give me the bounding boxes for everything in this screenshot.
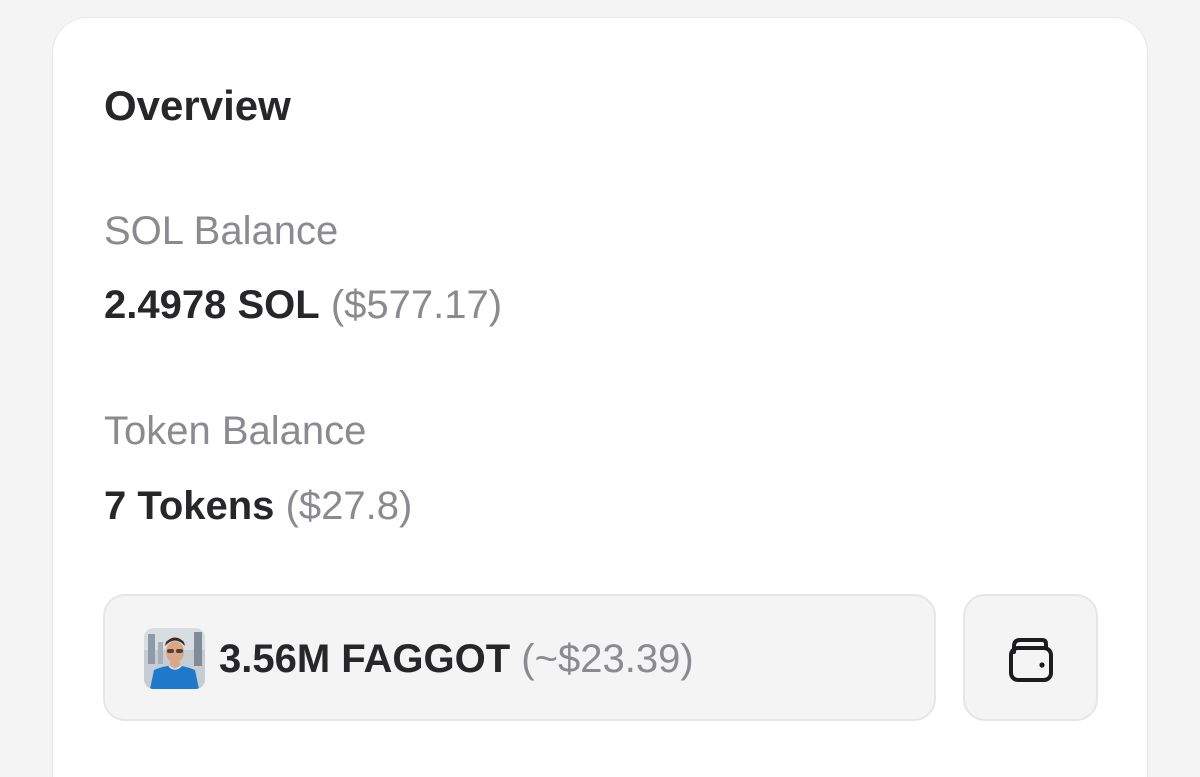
overview-title: Overview <box>104 82 291 129</box>
token-balance-value: 7 Tokens ($27.8) <box>104 483 412 529</box>
token-balance-label: Token Balance <box>104 409 367 453</box>
wallet-icon <box>1009 638 1053 682</box>
token-avatar <box>144 628 205 689</box>
token-holding-value: 3.56M FAGGOT (~$23.39) <box>219 636 694 682</box>
overview-card: Overview SOL Balance 2.4978 SOL ($577.17… <box>52 17 1148 777</box>
token-holding-amount: 3.56M FAGGOT <box>219 637 511 681</box>
sol-balance-value: 2.4978 SOL ($577.17) <box>104 282 502 328</box>
token-holding-selector[interactable]: 3.56M FAGGOT (~$23.39) <box>103 594 936 721</box>
sol-balance-label: SOL Balance <box>104 209 339 253</box>
sol-balance-usd: ($577.17) <box>330 283 503 327</box>
wallet-button[interactable] <box>963 594 1098 721</box>
token-avatar-image <box>144 628 205 689</box>
token-balance-count: 7 Tokens <box>104 484 275 528</box>
token-balance-usd: ($27.8) <box>285 484 413 528</box>
sol-balance-amount: 2.4978 SOL <box>104 283 320 327</box>
token-holding-usd: (~$23.39) <box>521 637 694 681</box>
